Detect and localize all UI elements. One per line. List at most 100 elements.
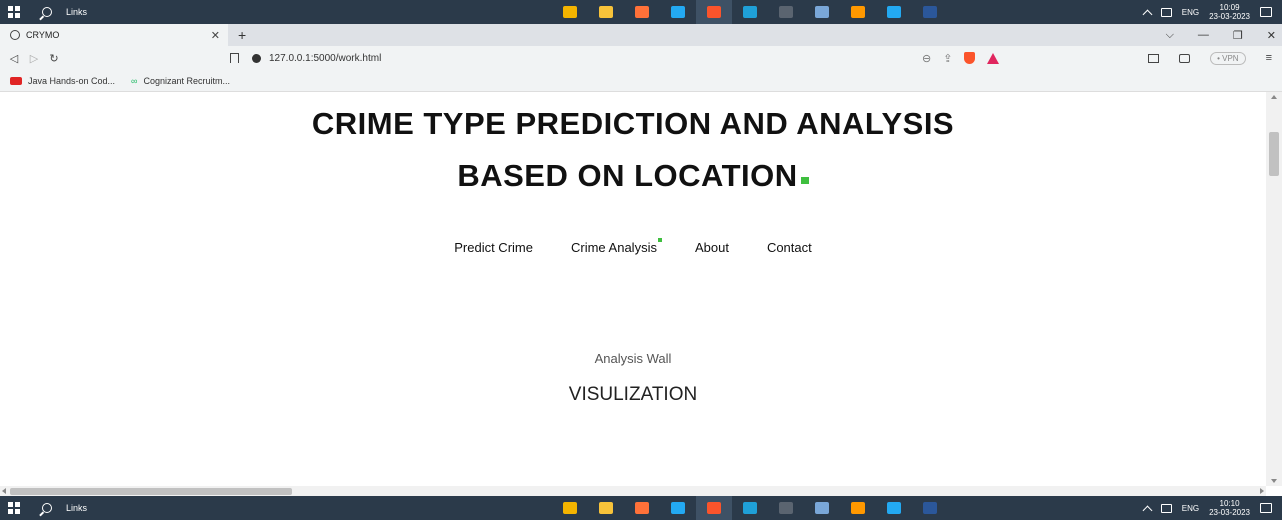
bookmark-label: Cognizant Recruitm... [143, 75, 231, 86]
taskbar-app[interactable] [696, 496, 732, 520]
reload-button[interactable]: ↻ [44, 52, 64, 65]
terminal-icon [779, 502, 793, 514]
close-tab-icon[interactable]: ✕ [211, 29, 220, 42]
taskbar-app[interactable] [804, 0, 840, 24]
scroll-left-icon[interactable] [2, 488, 6, 494]
active-indicator [657, 238, 662, 242]
vpn-button[interactable]: • VPN [1210, 51, 1246, 65]
search-icon [42, 7, 52, 17]
wallet-icon[interactable] [1179, 53, 1191, 63]
nav-about[interactable]: About [695, 240, 729, 255]
taskbar-app[interactable] [912, 0, 948, 24]
taskbar-search[interactable]: Links [28, 7, 87, 17]
forward-button[interactable]: ▷ [24, 52, 44, 65]
taskbar-app[interactable] [876, 0, 912, 24]
taskbar-app[interactable] [588, 496, 624, 520]
firefox-icon [635, 6, 649, 18]
word-icon [923, 6, 937, 18]
language-indicator[interactable]: ENG [1182, 8, 1199, 17]
taskbar-app[interactable] [552, 0, 588, 24]
horizontal-scroll-thumb[interactable] [10, 488, 292, 495]
nav-contact[interactable]: Contact [767, 240, 812, 255]
taskbar-app[interactable] [768, 496, 804, 520]
browser-tab[interactable]: CRYMO ✕ [0, 24, 228, 46]
file-explorer-icon [599, 502, 613, 514]
scroll-up-icon[interactable] [1271, 95, 1277, 99]
taskbar-app[interactable] [912, 496, 948, 520]
clock[interactable]: 10:10 23-03-2023 [1209, 499, 1250, 517]
chevron-up-icon[interactable] [1142, 505, 1153, 515]
taskbar-app[interactable] [840, 0, 876, 24]
page-viewport: CRIME TYPE PREDICTION AND ANALYSIS BASED… [0, 92, 1266, 486]
taskbar-apps [552, 0, 948, 24]
page-title-text: BASED ON LOCATION [457, 158, 798, 193]
taskbar-app[interactable] [840, 496, 876, 520]
nav-predict-crime[interactable]: Predict Crime [454, 240, 533, 255]
brave-rewards-icon[interactable] [987, 52, 1000, 64]
file-explorer-icon [599, 6, 613, 18]
taskbar-app[interactable] [624, 496, 660, 520]
restore-button[interactable]: ❐ [1233, 29, 1243, 42]
share-icon[interactable]: ⇪ [943, 52, 952, 65]
brave-icon [707, 6, 721, 18]
taskbar-app[interactable] [660, 0, 696, 24]
bookmarks-bar: Java Hands-on Cod... ∞ Cognizant Recruit… [0, 70, 1282, 92]
cognizant-icon: ∞ [131, 75, 138, 86]
taskbar-search[interactable]: Links [28, 503, 87, 513]
taskbar-search-label: Links [66, 503, 88, 513]
taskbar-app[interactable] [768, 0, 804, 24]
taskbar-search-label: Links [66, 7, 88, 17]
notification-icon[interactable] [1260, 7, 1272, 17]
vertical-scrollbar[interactable] [1266, 92, 1282, 486]
clock[interactable]: 10:09 23-03-2023 [1209, 3, 1250, 21]
minimize-button[interactable]: — [1198, 29, 1209, 41]
toolbar-right: • VPN ≡ [1148, 51, 1272, 65]
chevron-up-icon[interactable] [1142, 9, 1153, 19]
clock-time: 10:09 [1219, 3, 1240, 12]
close-window-button[interactable]: ✕ [1267, 29, 1276, 42]
new-tab-button[interactable]: + [238, 27, 246, 43]
language-indicator[interactable]: ENG [1182, 504, 1199, 513]
notification-icon[interactable] [1260, 503, 1272, 513]
taskbar-app[interactable] [876, 496, 912, 520]
search-icon [42, 503, 52, 513]
top-taskbar: Links ENG 10:09 23-03-2023 [0, 0, 1282, 24]
notepad-icon [815, 502, 829, 514]
back-button[interactable]: ◁ [4, 52, 24, 65]
site-info-icon[interactable] [252, 53, 261, 63]
sidebar-icon[interactable] [1148, 53, 1160, 63]
keyboard-icon[interactable] [1160, 503, 1172, 513]
keyboard-icon[interactable] [1160, 7, 1172, 17]
taskbar-app[interactable] [732, 0, 768, 24]
tab-strip: CRYMO ✕ + ⌵ — ❐ ✕ [0, 24, 1282, 46]
start-button[interactable] [0, 496, 28, 520]
vertical-scroll-thumb[interactable] [1269, 132, 1279, 176]
zoom-icon[interactable]: ⊖ [922, 52, 931, 65]
scroll-down-icon[interactable] [1271, 479, 1277, 483]
scroll-right-icon[interactable] [1260, 488, 1264, 494]
taskbar-app[interactable] [696, 0, 732, 24]
horizontal-scrollbar[interactable] [0, 486, 1266, 496]
page-title-line-1: CRIME TYPE PREDICTION AND ANALYSIS [311, 106, 955, 141]
taskbar-app[interactable] [804, 496, 840, 520]
url-field[interactable]: 127.0.0.1:5000/work.html [252, 53, 381, 64]
store-icon [563, 6, 577, 18]
bookmark-icon[interactable] [230, 53, 239, 63]
taskbar-app[interactable] [552, 496, 588, 520]
taskbar-app[interactable] [624, 0, 660, 24]
nav-crime-analysis[interactable]: Crime Analysis [571, 238, 662, 255]
notepad-icon [815, 6, 829, 18]
taskbar-app[interactable] [660, 496, 696, 520]
taskbar-app[interactable] [588, 0, 624, 24]
bookmark-label: Java Hands-on Cod... [28, 75, 116, 86]
bookmark-cognizant[interactable]: ∞ Cognizant Recruitm... [131, 76, 230, 86]
taskbar-apps [552, 496, 948, 520]
vscode-icon [671, 502, 685, 514]
windows-icon [8, 6, 20, 18]
taskbar-app[interactable] [732, 496, 768, 520]
brave-shield-icon[interactable] [964, 52, 976, 64]
bookmark-java[interactable]: Java Hands-on Cod... [10, 76, 115, 86]
start-button[interactable] [0, 0, 28, 24]
chevron-down-icon[interactable]: ⌵ [1166, 29, 1174, 42]
menu-icon[interactable]: ≡ [1266, 52, 1272, 64]
